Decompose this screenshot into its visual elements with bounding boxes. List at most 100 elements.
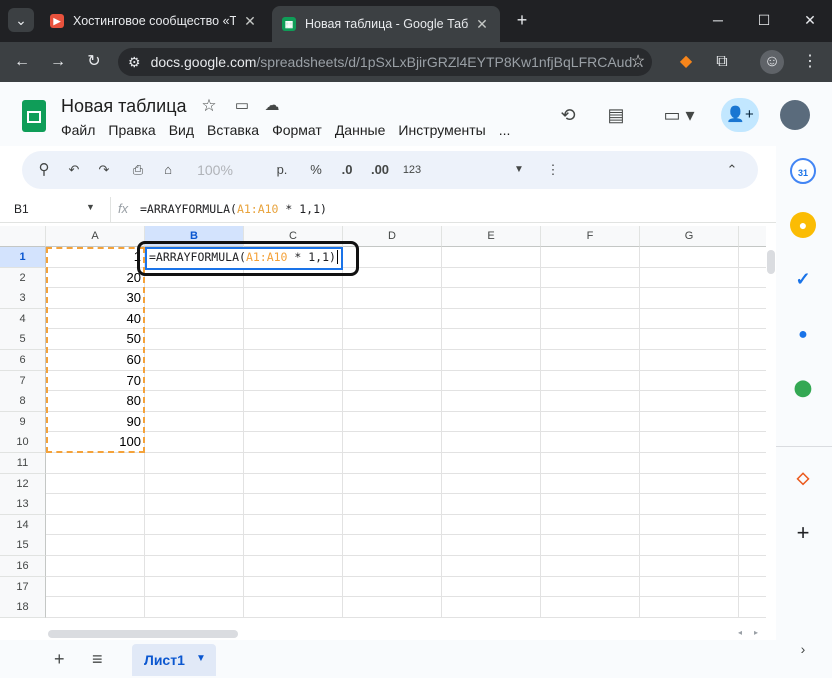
- grid-cell[interactable]: [442, 267, 541, 289]
- grid-cell[interactable]: [541, 494, 640, 515]
- grid-cell[interactable]: [739, 515, 766, 536]
- close-tab-icon[interactable]: ✕: [474, 16, 490, 33]
- grid-cell[interactable]: [541, 329, 640, 350]
- grid-cell[interactable]: [739, 247, 766, 268]
- grid-cell[interactable]: [739, 309, 766, 330]
- grid-cell[interactable]: [640, 473, 739, 495]
- spreadsheet-grid[interactable]: A B C D E F G 1 1 2 20 3 30 4 40 5 50 6 60 7 70 8 80 9 90 10 100 11…: [0, 226, 766, 628]
- share-button[interactable]: 👤+: [721, 98, 759, 132]
- grid-cell[interactable]: [739, 556, 766, 577]
- row-header[interactable]: 14: [0, 514, 46, 536]
- grid-cell[interactable]: [145, 453, 244, 474]
- grid-cell[interactable]: [46, 494, 145, 515]
- grid-cell[interactable]: [640, 308, 739, 330]
- grid-cell[interactable]: [46, 453, 145, 474]
- select-all-corner[interactable]: [0, 226, 46, 247]
- grid-cell[interactable]: [244, 597, 343, 618]
- grid-cell[interactable]: [442, 308, 541, 330]
- grid-cell[interactable]: [244, 453, 343, 474]
- column-header-e[interactable]: E: [442, 226, 541, 247]
- grid-cell[interactable]: [244, 514, 343, 536]
- grid-cell[interactable]: [145, 329, 244, 350]
- grid-cell[interactable]: [739, 494, 766, 515]
- grid-cell[interactable]: [640, 576, 739, 598]
- row-header[interactable]: 10: [0, 432, 46, 454]
- grid-cell[interactable]: 30: [46, 288, 145, 309]
- grid-cell[interactable]: [145, 473, 244, 495]
- grid-cell[interactable]: [46, 597, 145, 618]
- menu-file[interactable]: Файл: [61, 122, 95, 138]
- grid-cell[interactable]: [244, 576, 343, 598]
- grid-cell[interactable]: [541, 267, 640, 289]
- close-tab-icon[interactable]: ✕: [242, 13, 258, 30]
- row-header[interactable]: 7: [0, 370, 46, 392]
- grid-cell[interactable]: [442, 432, 541, 453]
- history-icon[interactable]: ⟲: [554, 101, 582, 129]
- row-header[interactable]: 9: [0, 411, 46, 433]
- all-sheets-button[interactable]: ≡: [92, 649, 103, 670]
- grid-cell[interactable]: [442, 535, 541, 556]
- grid-cell[interactable]: [640, 535, 739, 556]
- grid-cell[interactable]: [640, 494, 739, 515]
- maps-icon[interactable]: ⬤: [790, 376, 816, 402]
- column-header-c[interactable]: C: [244, 226, 343, 247]
- grid-cell[interactable]: [739, 474, 766, 495]
- grid-cell[interactable]: [343, 494, 442, 515]
- grid-cell[interactable]: [145, 556, 244, 577]
- maximize-icon[interactable]: ☐: [750, 8, 778, 32]
- grid-cell[interactable]: [541, 350, 640, 371]
- forward-icon[interactable]: →: [46, 50, 70, 74]
- grid-cell[interactable]: [442, 350, 541, 371]
- grid-cell[interactable]: [640, 329, 739, 350]
- grid-cell[interactable]: [46, 535, 145, 556]
- row-header[interactable]: 17: [0, 576, 46, 598]
- grid-cell[interactable]: [343, 453, 442, 474]
- meet-button[interactable]: ▭ ▾: [656, 101, 702, 129]
- grid-cell[interactable]: [343, 350, 442, 371]
- grid-cell[interactable]: [145, 267, 244, 289]
- grid-cell[interactable]: [145, 597, 244, 618]
- sheet-tab-menu-icon[interactable]: ▼: [196, 653, 206, 664]
- grid-cell[interactable]: [739, 371, 766, 392]
- grid-cell[interactable]: 40: [46, 308, 145, 330]
- grid-cell[interactable]: [640, 267, 739, 289]
- grid-cell[interactable]: [343, 308, 442, 330]
- grid-cell[interactable]: [442, 329, 541, 350]
- tasks-icon[interactable]: ✓: [790, 266, 816, 292]
- grid-cell[interactable]: [541, 391, 640, 412]
- grid-cell[interactable]: 90: [46, 411, 145, 433]
- column-header-f[interactable]: F: [541, 226, 640, 247]
- grid-cell[interactable]: [46, 473, 145, 495]
- grid-cell[interactable]: [640, 370, 739, 392]
- vertical-scrollbar[interactable]: [766, 226, 776, 628]
- font-select-chevron-icon[interactable]: ▼: [512, 160, 526, 180]
- tab-hosting[interactable]: ▶ Хостинговое сообщество «Tim ✕: [40, 6, 268, 36]
- grid-cell[interactable]: [244, 308, 343, 330]
- document-title[interactable]: Новая таблица: [61, 96, 187, 117]
- expand-panel-icon[interactable]: ›: [790, 636, 816, 662]
- grid-cell[interactable]: [343, 288, 442, 309]
- grid-cell[interactable]: [145, 514, 244, 536]
- percent-format-button[interactable]: %: [306, 160, 326, 180]
- grid-cell[interactable]: [640, 350, 739, 371]
- grid-cell[interactable]: [343, 329, 442, 350]
- grid-cell[interactable]: [343, 267, 442, 289]
- calendar-icon[interactable]: 31: [790, 158, 816, 184]
- grid-cell[interactable]: [442, 576, 541, 598]
- grid-cell[interactable]: [442, 247, 541, 268]
- reload-icon[interactable]: ↻: [82, 50, 106, 74]
- menu-data[interactable]: Данные: [335, 122, 386, 138]
- grid-cell[interactable]: [244, 370, 343, 392]
- grid-cell[interactable]: [343, 473, 442, 495]
- grid-cell[interactable]: 100: [46, 432, 145, 453]
- row-header[interactable]: 13: [0, 494, 46, 516]
- name-box[interactable]: B1: [14, 202, 29, 216]
- browser-menu-icon[interactable]: ⋮: [798, 50, 822, 74]
- search-menus-icon[interactable]: ⚲: [34, 160, 54, 180]
- extensions-icon[interactable]: ⧉: [710, 50, 734, 74]
- grid-cell[interactable]: [442, 556, 541, 577]
- column-header-b[interactable]: B: [145, 226, 244, 247]
- grid-cell[interactable]: [343, 514, 442, 536]
- grid-cell[interactable]: [343, 576, 442, 598]
- bookmark-star-icon[interactable]: ☆: [626, 50, 650, 74]
